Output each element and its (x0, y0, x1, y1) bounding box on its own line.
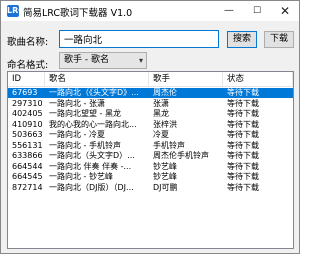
row-singer: DJ可鹏 (153, 182, 178, 192)
row-song-name: 一路向北望望 - 黑龙 (49, 109, 121, 118)
close-button[interactable]: ✕ (271, 1, 299, 21)
table-row[interactable]: 67693 一路向北（《头文字D》... 周杰伦 等待下载 (8, 88, 293, 98)
row-status: 等待下载 (227, 172, 259, 181)
naming-format-label: 命名格式: (7, 60, 49, 71)
row-id: 402405 (12, 109, 43, 118)
app-icon: LRC (7, 5, 25, 17)
row-id: 556131 (12, 140, 43, 150)
row-singer: 钞艺峰 (153, 161, 177, 171)
maximize-button[interactable]: ☐ (243, 1, 271, 21)
row-status: 等待下载 (227, 151, 259, 160)
row-status: 等待下载 (227, 98, 259, 108)
results-list[interactable]: ID 歌名 歌手 状态 67693 一路向北（《头文字D》... 周杰伦 等待下载 29… (7, 71, 294, 249)
row-status: 等待下载 (223, 88, 293, 98)
row-id: 503663 (12, 130, 43, 139)
row-singer: 周杰伦 (149, 88, 223, 98)
app-window: LRC 简易LRC歌词下载器 V1.0 — ☐ ✕ 歌曲名称: 搜索 下载 命名… (0, 0, 300, 254)
row-singer: 张潇 (153, 98, 169, 108)
row-id: 633866 (12, 151, 43, 160)
list-header: ID 歌名 歌手 状态 (8, 72, 293, 87)
row-status: 等待下载 (227, 182, 259, 192)
column-header-singer[interactable]: 歌手 (149, 72, 223, 87)
table-row[interactable]: 503663 一路向北 - 冷夏 冷夏 等待下载 (8, 130, 293, 140)
row-status: 等待下载 (227, 119, 259, 129)
row-id: 410910 (12, 119, 43, 129)
row-song-name: 我的心我的心一路向北... (49, 119, 137, 129)
chevron-down-icon: ▾ (138, 56, 143, 65)
row-status: 等待下载 (227, 130, 259, 139)
row-song-name: 一路向北 - 张潇 (49, 98, 105, 108)
row-status: 等待下载 (227, 140, 259, 150)
row-singer: 冷夏 (153, 130, 169, 139)
naming-format-select[interactable]: 歌手 - 歌名 ▾ (59, 52, 147, 69)
table-row[interactable]: 664545 一路向北 - 钞艺峰 钞艺峰 等待下载 (8, 172, 293, 182)
row-id: 297310 (12, 98, 43, 108)
song-name-label: 歌曲名称: (7, 37, 49, 48)
title-bar: LRC 简易LRC歌词下载器 V1.0 — ☐ ✕ (1, 1, 299, 21)
table-row[interactable]: 402405 一路向北望望 - 黑龙 黑龙 等待下载 (8, 109, 293, 119)
download-button[interactable]: 下载 (264, 31, 294, 48)
row-song-name: 一路向北 - 手机铃声 (49, 140, 121, 150)
row-status: 等待下载 (227, 161, 259, 171)
row-song-name: 一路向北（《头文字D》... (45, 88, 149, 98)
window-title: 简易LRC歌词下载器 V1.0 (23, 8, 133, 19)
table-row[interactable]: 297310 一路向北 - 张潇 张潇 等待下载 (8, 99, 293, 109)
column-header-status[interactable]: 状态 (223, 72, 293, 87)
row-status: 等待下载 (227, 109, 259, 118)
table-row[interactable]: 410910 我的心我的心一路向北... 张梓洪 等待下载 (8, 120, 293, 130)
row-id: 67693 (8, 88, 45, 98)
row-song-name: 一路向北（DJ版）（DJ... (49, 182, 134, 192)
row-id: 872714 (12, 182, 43, 192)
row-singer: 钞艺峰 (153, 172, 177, 181)
row-id: 664544 (12, 161, 43, 171)
minimize-button[interactable]: — (215, 1, 243, 21)
row-singer: 手机铃声 (153, 140, 185, 150)
table-row[interactable]: 556131 一路向北 - 手机铃声 手机铃声 等待下载 (8, 141, 293, 151)
row-singer: 黑龙 (153, 109, 169, 118)
table-row[interactable]: 664544 一路向北 伴奏 伴奏 -... 钞艺峰 等待下载 (8, 162, 293, 172)
table-row[interactable]: 633866 一路向北（头文字D）... 周杰伦手机铃声 等待下载 (8, 151, 293, 161)
row-song-name: 一路向北 - 钞艺峰 (49, 172, 113, 181)
row-song-name: 一路向北 - 冷夏 (49, 130, 105, 139)
column-header-name[interactable]: 歌名 (45, 72, 149, 87)
song-name-input[interactable] (59, 30, 219, 48)
row-singer: 张梓洪 (153, 119, 177, 129)
row-singer: 周杰伦手机铃声 (153, 151, 209, 160)
naming-format-value: 歌手 - 歌名 (64, 55, 109, 65)
row-id: 664545 (12, 172, 43, 181)
search-button[interactable]: 搜索 (227, 31, 257, 48)
row-song-name: 一路向北 伴奏 伴奏 -... (49, 161, 132, 171)
column-header-id[interactable]: ID (8, 72, 45, 87)
table-row[interactable]: 872714 一路向北（DJ版）（DJ... DJ可鹏 等待下载 (8, 183, 293, 193)
row-song-name: 一路向北（头文字D）... (49, 151, 135, 160)
